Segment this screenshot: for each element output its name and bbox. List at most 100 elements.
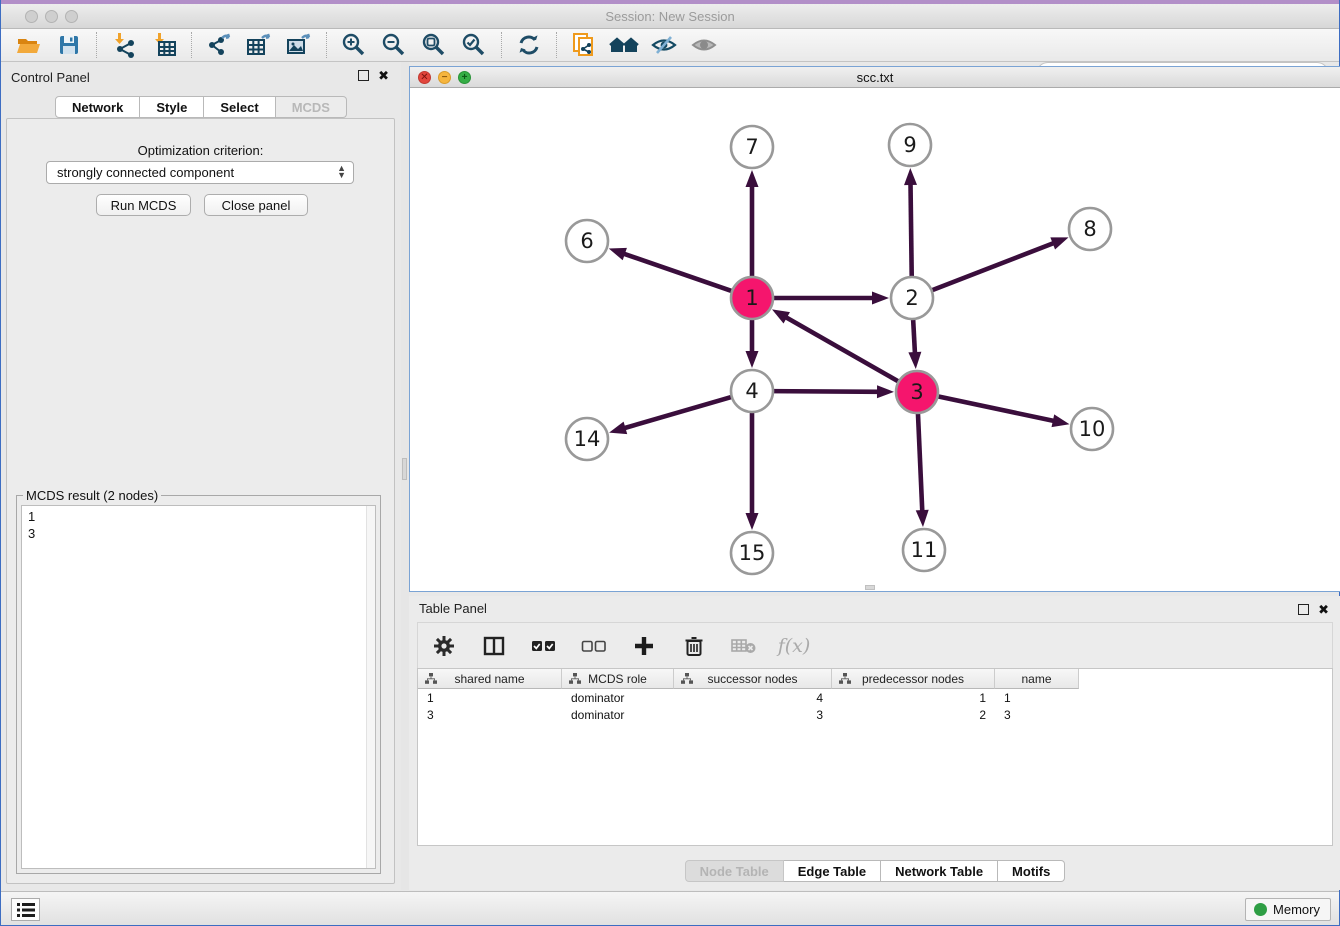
graph-node-2[interactable]: 2 [891,277,933,319]
cell-successor-nodes[interactable]: 3 [674,708,832,722]
tab-select[interactable]: Select [204,96,275,118]
close-panel-icon[interactable]: ✖ [378,70,389,81]
refresh-button[interactable] [509,30,549,60]
cell-mcds-role[interactable]: dominator [562,708,674,722]
graph-node-11[interactable]: 11 [903,529,945,571]
delete-table-icon [731,637,757,655]
graph-node-3[interactable]: 3 [896,371,938,413]
new-network-from-selection-button[interactable] [564,30,604,60]
zoom-fit-button[interactable] [414,30,454,60]
run-mcds-button[interactable]: Run MCDS [96,194,191,216]
graph-node-8[interactable]: 8 [1069,208,1111,250]
cell-shared-name[interactable]: 3 [418,708,562,722]
column-header-shared-name[interactable]: shared name [418,669,562,689]
graph-edge-4-14[interactable] [623,396,733,428]
graph-edge-2-8[interactable] [930,243,1055,291]
network-view-window: ✕ − + scc.txt 7 9 6 8 1 2 4 3 14 10 15 11 [409,66,1340,592]
export-image-button[interactable] [279,30,319,60]
zoom-out-button[interactable] [374,30,414,60]
open-session-button[interactable] [9,30,49,60]
cell-predecessor-nodes[interactable]: 1 [832,691,995,705]
cell-predecessor-nodes[interactable]: 2 [832,708,995,722]
graph-edge-2-9[interactable] [910,183,911,279]
cell-name[interactable]: 3 [995,708,1079,722]
graph-edge-3-11[interactable] [918,411,922,512]
add-column-button[interactable] [630,632,658,660]
memory-button[interactable]: Memory [1245,898,1331,921]
graph-node-9[interactable]: 9 [889,124,931,166]
vertical-splitter[interactable] [401,62,409,890]
cell-name[interactable]: 1 [995,691,1079,705]
select-all-button[interactable] [530,632,558,660]
zoom-in-icon [341,32,367,58]
close-panel-button[interactable]: Close panel [204,194,308,216]
export-table-button[interactable] [239,30,279,60]
result-scrollbar[interactable] [366,506,375,868]
tab-node-table[interactable]: Node Table [685,860,784,882]
cell-successor-nodes[interactable]: 4 [674,691,832,705]
hide-selected-button[interactable] [644,30,684,60]
graph-node-10[interactable]: 10 [1071,408,1113,450]
graph-node-4[interactable]: 4 [731,370,773,412]
graph-node-1[interactable]: 1 [731,277,773,319]
tab-network-table[interactable]: Network Table [881,860,998,882]
clone-network-icon [571,32,597,58]
graph-node-6[interactable]: 6 [566,220,608,262]
save-session-button[interactable] [49,30,89,60]
float-panel-icon[interactable] [358,70,369,81]
column-header-name[interactable]: name [995,669,1079,689]
delete-table-button[interactable] [730,632,758,660]
memory-label: Memory [1273,902,1320,917]
zoom-fit-icon [421,32,447,58]
tab-style[interactable]: Style [140,96,204,118]
graph-edge-4-3[interactable] [771,391,879,392]
graph-node-7[interactable]: 7 [731,126,773,168]
toolbar-separator [556,32,557,58]
zoom-in-button[interactable] [334,30,374,60]
column-header-predecessor-nodes[interactable]: predecessor nodes [832,669,995,689]
graph-edge-3-10[interactable] [936,396,1055,421]
export-network-button[interactable] [199,30,239,60]
show-columns-button[interactable] [480,632,508,660]
network-window-title: scc.txt [410,70,1340,85]
show-task-history-button[interactable] [11,898,40,921]
import-network-button[interactable] [104,30,144,60]
column-header-mcds-role[interactable]: MCDS role [562,669,674,689]
import-table-button[interactable] [144,30,184,60]
deselect-all-button[interactable] [580,632,608,660]
tab-motifs[interactable]: Motifs [998,860,1065,882]
table-row[interactable]: 1 dominator 4 1 1 [418,689,1332,706]
graph-node-label: 9 [903,133,916,157]
graph-arrowhead-2-3 [908,352,921,369]
delete-column-button[interactable] [680,632,708,660]
graph-edge-1-6[interactable] [623,253,734,291]
network-window-titlebar[interactable]: ✕ − + scc.txt [410,67,1340,88]
show-all-button[interactable] [684,30,724,60]
splitter-grip[interactable] [402,458,407,480]
close-table-panel-icon[interactable]: ✖ [1318,604,1329,615]
criterion-select[interactable]: strongly connected component ▲▼ [46,161,354,184]
function-builder-button[interactable]: f(x) [780,632,808,660]
graph-node-14[interactable]: 14 [566,418,608,460]
float-table-panel-icon[interactable] [1298,604,1309,615]
tab-mcds[interactable]: MCDS [276,96,347,118]
tab-network[interactable]: Network [55,96,140,118]
zoom-out-icon [381,32,407,58]
first-neighbors-button[interactable] [604,30,644,60]
cell-mcds-role[interactable]: dominator [562,691,674,705]
cell-shared-name[interactable]: 1 [418,691,562,705]
tab-edge-table[interactable]: Edge Table [784,860,881,882]
titlebar: Session: New Session [1,4,1339,29]
mcds-result-text[interactable]: 1 3 [21,505,376,869]
graph-node-15[interactable]: 15 [731,532,773,574]
graph-node-label: 7 [745,135,758,159]
graph-edge-3-1[interactable] [785,317,900,383]
zoom-selected-button[interactable] [454,30,494,60]
graph-edge-2-3[interactable] [913,317,915,354]
status-bar: Memory [1,891,1339,925]
network-graph-canvas[interactable]: 7 9 6 8 1 2 4 3 14 10 15 11 [410,88,1340,591]
table-row[interactable]: 3 dominator 3 2 3 [418,706,1332,723]
network-window-grip[interactable] [865,585,875,590]
table-options-button[interactable] [430,632,458,660]
column-header-successor-nodes[interactable]: successor nodes [674,669,832,689]
